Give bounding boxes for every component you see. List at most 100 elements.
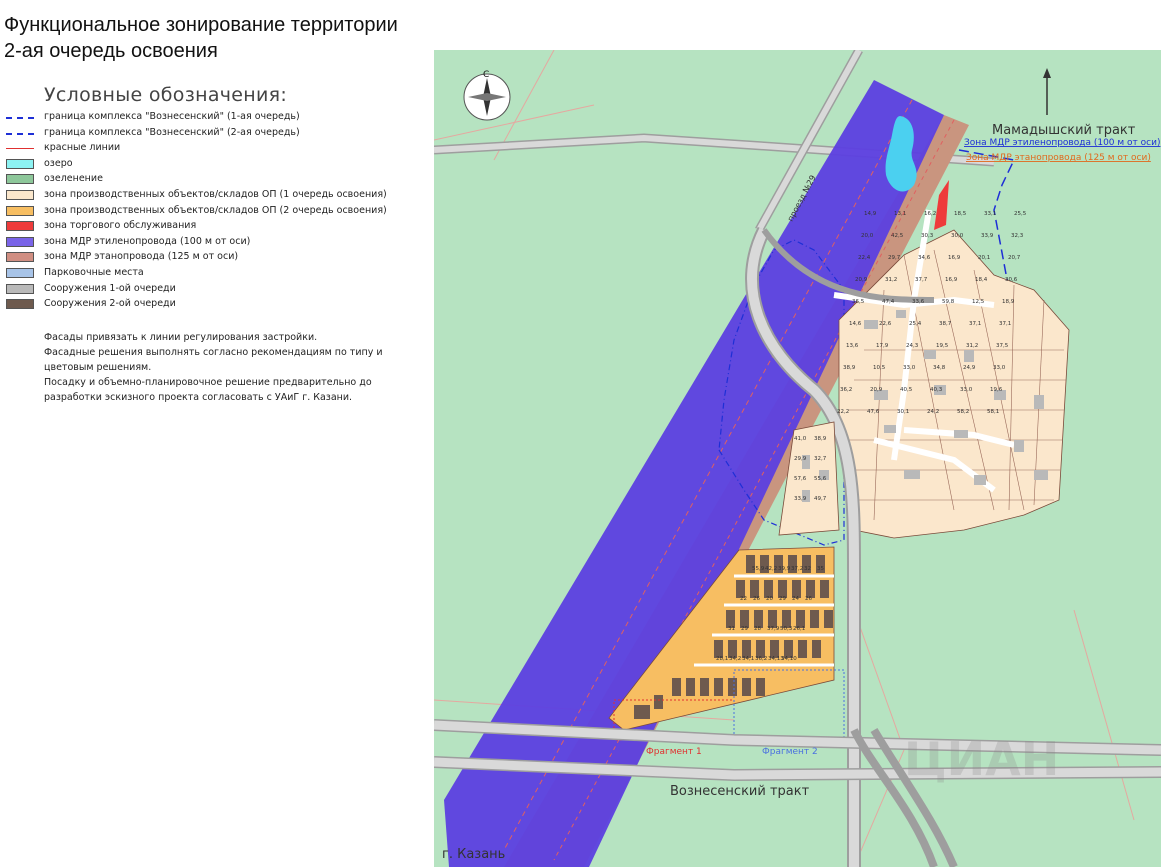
plot-number: 47,6 xyxy=(867,409,880,415)
legend-symbol xyxy=(6,205,34,216)
design-notes: Фасады привязать к линии регулирования з… xyxy=(44,330,384,405)
legend-item: зона торгового обслуживания xyxy=(6,219,426,235)
plot-number: 57,6 xyxy=(794,476,807,482)
plot-number: 55,6 xyxy=(814,476,827,482)
plot-number: 20,0 xyxy=(861,233,874,239)
legend-item: Сооружения 2-ой очереди xyxy=(6,297,426,313)
plot-number: 29,9 xyxy=(794,456,807,462)
road-label-voznesensky: Вознесенский тракт xyxy=(670,784,810,799)
legend-symbol xyxy=(6,221,34,232)
plot-number: 24,3 xyxy=(906,343,919,349)
plot-number: 26 xyxy=(805,596,812,602)
plot-number: 40,3 xyxy=(930,387,943,393)
legend-item: зона производственных объектов/складов О… xyxy=(6,204,426,220)
legend-item: Сооружения 1-ой очереди xyxy=(6,282,426,298)
zone-label-ethylene: Зона МДР этиленопровода (100 м от оси) xyxy=(964,138,1160,148)
legend-symbol xyxy=(6,158,34,169)
plot-number: 20,7 xyxy=(1008,255,1021,261)
plot-number: 40,5 xyxy=(900,387,913,393)
legend-item: зона МДР этиленопровода (100 м от оси) xyxy=(6,235,426,251)
legend-label: Сооружения 1-ой очереди xyxy=(44,282,176,294)
legend-item: зона производственных объектов/складов О… xyxy=(6,188,426,204)
plot-number: 20,9 xyxy=(855,277,868,283)
plot-number: 16,2 xyxy=(924,211,936,217)
page-title: Функциональное зонирование территории xyxy=(4,14,398,36)
legend-symbol xyxy=(6,267,34,278)
plot-number: 50,3 xyxy=(780,626,793,632)
note-line: Фасады привязать к линии регулирования з… xyxy=(44,332,318,343)
plot-number: 38,9 xyxy=(814,436,827,442)
fragment1-label: Фрагмент 1 xyxy=(646,747,702,757)
plot-number: 18,9 xyxy=(1002,299,1015,305)
plot-number: 34,1 xyxy=(742,656,754,662)
plot-number: 37,5 xyxy=(996,343,1009,349)
plot-number: 34,8 xyxy=(933,365,946,371)
legend-item: озеленение xyxy=(6,172,426,188)
plot-number: 18,4 xyxy=(975,277,988,283)
legend-label: озеленение xyxy=(44,173,103,185)
legend-label: граница комплекса "Вознесенский" (1-ая о… xyxy=(44,111,300,122)
plot-number: 42,5 xyxy=(891,233,904,239)
plot-number: 30,3 xyxy=(921,233,934,239)
zoning-map[interactable]: ЦИАН С Мамадышский тракт Зона МДР этилен… xyxy=(434,50,1161,867)
legend-symbol xyxy=(6,148,34,150)
plot-number: 36,5 xyxy=(852,299,865,305)
legend-label: граница комплекса "Вознесенский" (2-ая о… xyxy=(44,126,300,138)
map-watermark: ЦИАН xyxy=(904,732,1059,786)
plot-number: 28,1 xyxy=(716,656,728,662)
legend-symbol xyxy=(6,117,34,119)
plot-number: 37,2 xyxy=(791,566,803,572)
plot-number: 30,0 xyxy=(951,233,964,239)
plot-number: 22,2 xyxy=(837,409,849,415)
legend-label: зона производственных объектов/складов О… xyxy=(44,188,387,200)
plot-number: 24 xyxy=(792,596,799,602)
plot-number: 33,0 xyxy=(960,387,973,393)
plot-number: 31,2 xyxy=(885,277,897,283)
plot-number: 16,9 xyxy=(948,255,961,261)
legend-label: красные линии xyxy=(44,142,121,154)
note-line: цветовым решениям. xyxy=(44,362,152,373)
plot-number: 37,9 xyxy=(767,626,780,632)
legend-symbol xyxy=(6,174,34,185)
plot-number: 19,6 xyxy=(990,387,1003,393)
plot-number: 22 xyxy=(740,596,747,602)
plot-number: 26 xyxy=(753,596,760,602)
legend-title: Условные обозначения: xyxy=(44,84,288,106)
note-line: Посадку и объемно-планировочное решение … xyxy=(44,377,372,388)
plot-number: 22,4 xyxy=(858,255,871,261)
plot-number: 24,9 xyxy=(963,365,976,371)
plot-number: 30,1 xyxy=(897,409,909,415)
plot-number: 13,1 xyxy=(894,211,906,217)
note-line: Фасадные решения выполнять согласно реко… xyxy=(44,347,383,358)
plot-number: 37,1 xyxy=(999,321,1011,327)
plot-number: 38,9 xyxy=(843,365,856,371)
legend-label: Сооружения 2-ой очереди xyxy=(44,298,176,310)
plot-number: 38,7 xyxy=(939,321,952,327)
plot-number: 24,2 xyxy=(927,409,939,415)
plot-number: 16,9 xyxy=(945,277,958,283)
zone-label-ethane: Зона МДР этанопровода (125 м от оси) xyxy=(966,153,1151,163)
plot-number: 20,1 xyxy=(978,255,990,261)
legend-symbol xyxy=(6,132,34,135)
plot-number: 20,9 xyxy=(870,387,883,393)
legend-label: зона МДР этиленопровода (100 м от оси) xyxy=(44,235,251,247)
plot-number: 47,4 xyxy=(882,299,895,305)
plot-number: 58,2 xyxy=(957,409,969,415)
plot-number: 12,5 xyxy=(972,299,985,305)
plot-number: 33,1 xyxy=(984,211,996,217)
plot-number: 58,1 xyxy=(987,409,999,415)
legend-symbol xyxy=(6,283,34,294)
legend: граница комплекса "Вознесенский" (1-ая о… xyxy=(6,110,426,313)
plot-number: 41,0 xyxy=(794,436,807,442)
plot-number: 17,9 xyxy=(876,343,889,349)
plot-number: 18,5 xyxy=(954,211,967,217)
legend-item: граница комплекса "Вознесенский" (1-ая о… xyxy=(6,110,426,126)
plot-number: 32,3 xyxy=(1011,233,1024,239)
plot-number: 20 xyxy=(766,596,773,602)
legend-symbol xyxy=(6,236,34,247)
plot-number: 34,6 xyxy=(918,255,931,261)
plot-number: 14,6 xyxy=(849,321,862,327)
legend-item: Парковочные места xyxy=(6,266,426,282)
legend-item: озеро xyxy=(6,157,426,173)
plot-number: 14,9 xyxy=(864,211,877,217)
